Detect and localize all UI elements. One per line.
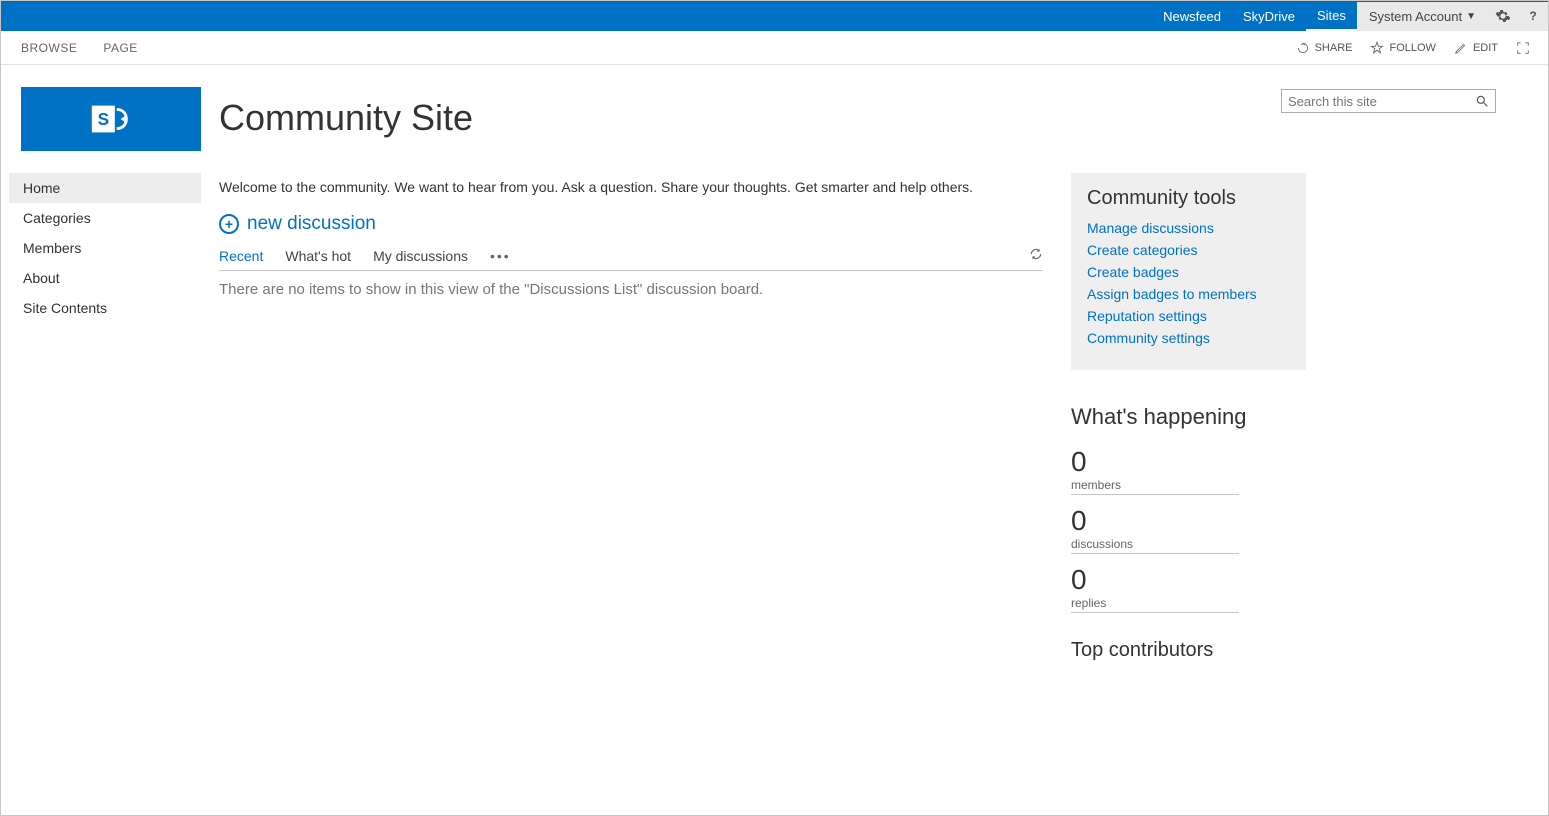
community-tools-panel: Community tools Manage discussions Creat… <box>1071 173 1306 370</box>
stat-discussions-label: discussions <box>1071 537 1239 551</box>
share-icon <box>1296 41 1310 55</box>
svg-text:?: ? <box>1529 9 1536 23</box>
nav-item-home[interactable]: Home <box>9 173 201 203</box>
whats-happening-title: What's happening <box>1071 404 1306 430</box>
star-icon <box>1370 41 1384 55</box>
suite-link-newsfeed[interactable]: Newsfeed <box>1152 1 1232 31</box>
nav-item-site-contents[interactable]: Site Contents <box>9 293 201 323</box>
user-name-label: System Account <box>1369 9 1462 24</box>
refresh-icon <box>1029 247 1043 261</box>
top-contributors-title: Top contributors <box>1071 639 1306 662</box>
right-rail: Community tools Manage discussions Creat… <box>1071 173 1306 662</box>
new-discussion-label: new discussion <box>247 213 376 235</box>
nav-item-about[interactable]: About <box>9 263 201 293</box>
focus-button[interactable] <box>1516 41 1530 55</box>
header-area: S Community Site <box>1 65 1548 151</box>
nav-item-categories[interactable]: Categories <box>9 203 201 233</box>
stat-replies: 0 replies <box>1071 566 1239 613</box>
suite-link-sites[interactable]: Sites <box>1306 1 1357 31</box>
welcome-text: Welcome to the community. We want to hea… <box>219 179 1043 195</box>
refresh-button[interactable] <box>1029 247 1043 264</box>
follow-label: FOLLOW <box>1389 42 1435 54</box>
search-box[interactable] <box>1281 89 1496 113</box>
tool-create-categories[interactable]: Create categories <box>1087 242 1290 258</box>
ribbon-tab-browse[interactable]: BROWSE <box>21 41 77 55</box>
edit-label: EDIT <box>1473 42 1498 54</box>
sharepoint-icon: S <box>88 96 134 142</box>
share-button[interactable]: SHARE <box>1296 41 1353 55</box>
pencil-icon <box>1454 41 1468 55</box>
ribbon-bar: BROWSE PAGE SHARE FOLLOW EDIT <box>1 31 1548 65</box>
tab-my-discussions[interactable]: My discussions <box>373 248 468 264</box>
tool-manage-discussions[interactable]: Manage discussions <box>1087 220 1290 236</box>
stat-replies-value: 0 <box>1071 566 1239 594</box>
suite-link-skydrive[interactable]: SkyDrive <box>1232 1 1306 31</box>
plus-icon: + <box>219 214 239 234</box>
tool-create-badges[interactable]: Create badges <box>1087 264 1290 280</box>
focus-icon <box>1516 41 1530 55</box>
user-menu[interactable]: System Account ▼ <box>1357 1 1488 31</box>
ribbon-tab-page[interactable]: PAGE <box>103 41 137 55</box>
new-discussion-button[interactable]: + new discussion <box>219 213 1043 235</box>
page-title: Community Site <box>219 97 473 139</box>
stat-members-label: members <box>1071 478 1239 492</box>
share-label: SHARE <box>1315 42 1353 54</box>
tools-title: Community tools <box>1087 187 1290 210</box>
stat-discussions-value: 0 <box>1071 507 1239 535</box>
tool-assign-badges[interactable]: Assign badges to members <box>1087 286 1290 302</box>
svg-text:S: S <box>98 109 110 129</box>
left-nav: Home Categories Members About Site Conte… <box>1 173 201 662</box>
stat-replies-label: replies <box>1071 596 1239 610</box>
stat-members: 0 members <box>1071 448 1239 495</box>
edit-button[interactable]: EDIT <box>1454 41 1498 55</box>
main-content: Welcome to the community. We want to hea… <box>201 173 1071 662</box>
follow-button[interactable]: FOLLOW <box>1370 41 1435 55</box>
stat-members-value: 0 <box>1071 448 1239 476</box>
tab-whats-hot[interactable]: What's hot <box>285 248 351 264</box>
empty-list-message: There are no items to show in this view … <box>219 281 1043 298</box>
search-input[interactable] <box>1288 94 1475 109</box>
settings-button[interactable] <box>1488 1 1518 31</box>
tool-community-settings[interactable]: Community settings <box>1087 330 1290 346</box>
help-icon: ? <box>1525 8 1541 24</box>
nav-item-members[interactable]: Members <box>9 233 201 263</box>
suite-bar: Newsfeed SkyDrive Sites System Account ▼… <box>1 1 1548 31</box>
caret-down-icon: ▼ <box>1466 11 1476 22</box>
site-logo[interactable]: S <box>21 87 201 151</box>
gear-icon <box>1495 8 1511 24</box>
stat-discussions: 0 discussions <box>1071 507 1239 554</box>
tab-recent[interactable]: Recent <box>219 248 263 264</box>
more-options-button[interactable]: ••• <box>490 248 511 264</box>
search-icon[interactable] <box>1475 94 1489 108</box>
help-button[interactable]: ? <box>1518 1 1548 31</box>
discussion-tabs: Recent What's hot My discussions ••• <box>219 247 1043 271</box>
tool-reputation-settings[interactable]: Reputation settings <box>1087 308 1290 324</box>
